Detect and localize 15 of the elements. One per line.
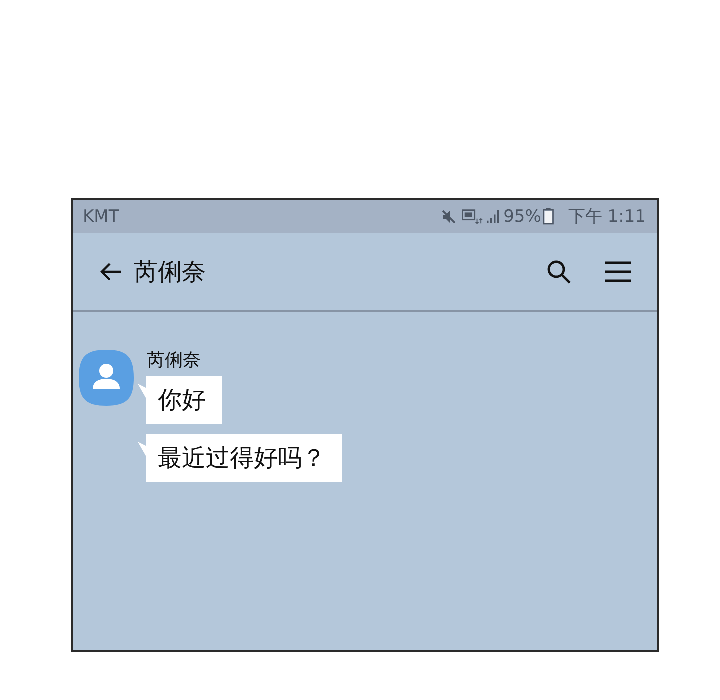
menu-icon[interactable]	[605, 260, 631, 282]
battery-icon	[543, 208, 554, 225]
mute-icon	[442, 210, 456, 224]
carrier-name: KMT	[83, 206, 120, 226]
message-bubble: 你好	[138, 376, 222, 424]
battery-percent: 95%	[504, 206, 542, 226]
signal-icon	[486, 209, 501, 224]
back-arrow-icon[interactable]	[100, 262, 122, 282]
sender-name: 芮俐奈	[146, 350, 201, 372]
avatar-icon	[79, 350, 134, 406]
message-bubble: 最近过得好吗？	[138, 434, 342, 482]
search-icon[interactable]	[547, 260, 571, 284]
data-icon	[462, 208, 483, 224]
chat-title: 芮俐奈	[134, 256, 206, 288]
clock-time: 下午 1:11	[568, 206, 646, 228]
